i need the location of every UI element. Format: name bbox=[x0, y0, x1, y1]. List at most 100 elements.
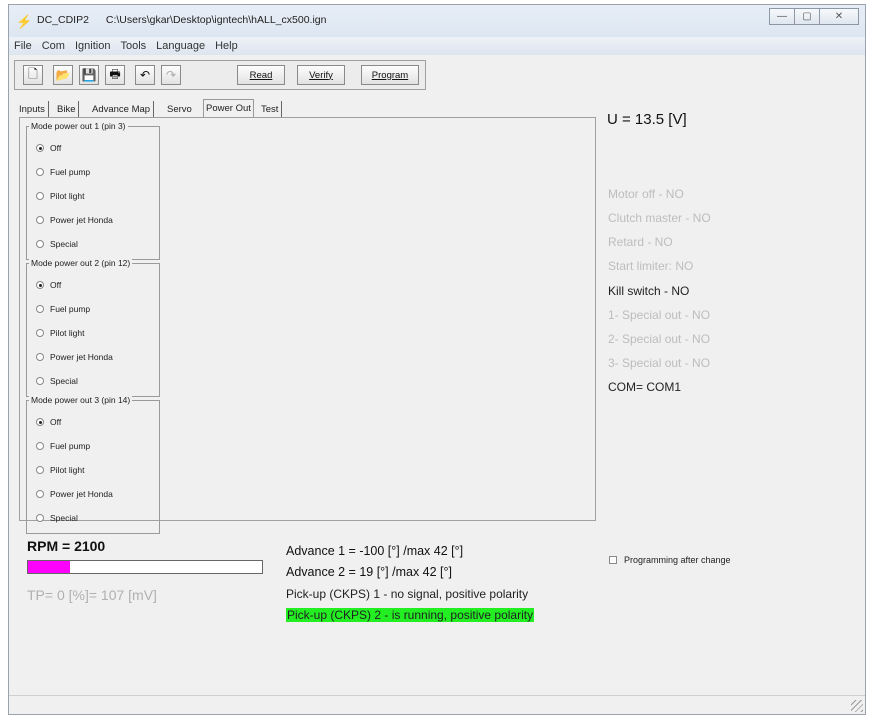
radio-button[interactable] bbox=[36, 168, 44, 176]
group-title: Mode power out 2 (pin 12) bbox=[29, 258, 133, 268]
programming-after-change-checkbox[interactable] bbox=[609, 556, 617, 564]
radio-fuel-pump[interactable]: Fuel pump bbox=[36, 304, 90, 314]
group-title: Mode power out 3 (pin 14) bbox=[29, 395, 133, 405]
minimize-button[interactable]: — bbox=[769, 8, 795, 25]
radio-label: Pilot light bbox=[50, 328, 85, 338]
status-clutch-master: Clutch master - NO bbox=[608, 211, 711, 225]
read-button[interactable]: Read bbox=[237, 65, 285, 85]
radio-label: Off bbox=[50, 280, 62, 290]
menu-file[interactable]: File bbox=[9, 40, 37, 52]
radio-fuel-pump[interactable]: Fuel pump bbox=[36, 441, 90, 451]
programming-after-change-label: Programming after change bbox=[624, 555, 731, 565]
save-button[interactable]: 💾 bbox=[79, 65, 99, 85]
power-out-panel: Mode power out 1 (pin 3) Off Fuel pump P… bbox=[19, 117, 596, 534]
radio-power-jet-honda[interactable]: Power jet Honda bbox=[36, 215, 113, 225]
menu-ignition[interactable]: Ignition bbox=[70, 40, 115, 52]
power-out-2-group: Mode power out 2 (pin 12) Off Fuel pump … bbox=[26, 258, 160, 397]
radio-pilot-light[interactable]: Pilot light bbox=[36, 328, 85, 338]
redo-icon: ↷ bbox=[165, 68, 177, 82]
radio-label: Special bbox=[50, 239, 78, 249]
radio-off[interactable]: Off bbox=[36, 417, 61, 427]
radio-label: Off bbox=[50, 143, 62, 153]
radio-special[interactable]: Special bbox=[36, 376, 78, 386]
radio-button[interactable] bbox=[36, 353, 44, 361]
menu-help[interactable]: Help bbox=[210, 40, 243, 52]
status-motor-off: Motor off - NO bbox=[608, 187, 684, 201]
radio-button[interactable] bbox=[36, 305, 44, 313]
status-bar bbox=[9, 695, 865, 714]
program-button[interactable]: Program bbox=[361, 65, 419, 85]
menu-tools[interactable]: Tools bbox=[115, 40, 151, 52]
radio-label: Fuel pump bbox=[50, 304, 91, 314]
radio-off[interactable]: Off bbox=[36, 280, 61, 290]
tab-advance-map[interactable]: Advance Map bbox=[92, 101, 155, 117]
maximize-button[interactable]: ▢ bbox=[794, 8, 820, 25]
radio-button[interactable] bbox=[36, 377, 44, 385]
radio-button[interactable] bbox=[36, 144, 44, 152]
radio-label: Power jet Honda bbox=[50, 352, 113, 362]
radio-button[interactable] bbox=[36, 281, 44, 289]
window-controls: — ▢ ✕ bbox=[769, 8, 859, 25]
toolbar: 🗋 📂 💾 🖶 ↶ ↷ Read Verify Program bbox=[14, 60, 426, 90]
rpm-bar bbox=[27, 560, 263, 574]
power-out-3-group: Mode power out 3 (pin 14) Off Fuel pump … bbox=[26, 395, 160, 534]
open-folder-icon: 📂 bbox=[55, 68, 71, 82]
tab-servo[interactable]: Servo bbox=[167, 101, 192, 117]
redo-button[interactable]: ↷ bbox=[161, 65, 181, 85]
group-title: Mode power out 1 (pin 3) bbox=[29, 121, 128, 131]
close-button[interactable]: ✕ bbox=[819, 8, 859, 25]
tab-power-out[interactable]: Power Out bbox=[203, 99, 254, 117]
radio-label: Off bbox=[50, 417, 62, 427]
radio-fuel-pump[interactable]: Fuel pump bbox=[36, 167, 90, 177]
menu-language[interactable]: Language bbox=[151, 40, 210, 52]
print-button[interactable]: 🖶 bbox=[105, 65, 125, 85]
radio-power-jet-honda[interactable]: Power jet Honda bbox=[36, 352, 113, 362]
radio-button[interactable] bbox=[36, 240, 44, 248]
tp-readout: TP= 0 [%]= 107 [mV] bbox=[27, 587, 157, 603]
undo-button[interactable]: ↶ bbox=[135, 65, 155, 85]
programming-after-change-option[interactable]: Programming after change bbox=[609, 555, 731, 565]
main-window: ⚡ DC_CDIP2 C:\Users\gkar\Desktop\igntech… bbox=[8, 4, 866, 715]
radio-button[interactable] bbox=[36, 514, 44, 522]
radio-label: Pilot light bbox=[50, 465, 85, 475]
radio-button[interactable] bbox=[36, 466, 44, 474]
radio-pilot-light[interactable]: Pilot light bbox=[36, 191, 85, 201]
tab-bike[interactable]: Bike bbox=[57, 101, 80, 117]
undo-icon: ↶ bbox=[139, 68, 151, 82]
radio-label: Special bbox=[50, 513, 78, 523]
radio-special[interactable]: Special bbox=[36, 239, 78, 249]
radio-button[interactable] bbox=[36, 192, 44, 200]
menu-bar: File Com Ignition Tools Language Help bbox=[9, 37, 865, 55]
save-icon: 💾 bbox=[81, 68, 97, 82]
resize-grip-icon[interactable] bbox=[851, 700, 863, 712]
tab-inputs[interactable]: Inputs bbox=[19, 101, 49, 117]
printer-icon: 🖶 bbox=[109, 66, 121, 81]
radio-button[interactable] bbox=[36, 418, 44, 426]
radio-button[interactable] bbox=[36, 216, 44, 224]
menu-com[interactable]: Com bbox=[37, 40, 70, 52]
radio-label: Fuel pump bbox=[50, 167, 91, 177]
app-name: DC_CDIP2 bbox=[37, 14, 89, 26]
radio-label: Power jet Honda bbox=[50, 489, 113, 499]
radio-special[interactable]: Special bbox=[36, 513, 78, 523]
radio-pilot-light[interactable]: Pilot light bbox=[36, 465, 85, 475]
tab-test[interactable]: Test bbox=[261, 101, 283, 117]
app-icon: ⚡ bbox=[16, 14, 33, 29]
open-file-button[interactable]: 📂 bbox=[53, 65, 73, 85]
radio-power-jet-honda[interactable]: Power jet Honda bbox=[36, 489, 113, 499]
radio-button[interactable] bbox=[36, 442, 44, 450]
radio-label: Fuel pump bbox=[50, 441, 91, 451]
verify-button[interactable]: Verify bbox=[297, 65, 345, 85]
new-file-button[interactable]: 🗋 bbox=[23, 65, 43, 85]
status-kill-switch: Kill switch - NO bbox=[608, 284, 690, 298]
radio-label: Power jet Honda bbox=[50, 215, 113, 225]
radio-off[interactable]: Off bbox=[36, 143, 61, 153]
radio-button[interactable] bbox=[36, 329, 44, 337]
voltage-readout: U = 13.5 [V] bbox=[607, 111, 687, 128]
pickup-2-status: Pick-up (CKPS) 2 - is running, positive … bbox=[286, 608, 535, 622]
title-bar[interactable]: ⚡ DC_CDIP2 C:\Users\gkar\Desktop\igntech… bbox=[9, 5, 865, 37]
radio-button[interactable] bbox=[36, 490, 44, 498]
rpm-readout: RPM = 2100 bbox=[27, 538, 106, 554]
status-special-out-1: 1- Special out - NO bbox=[608, 308, 711, 322]
status-start-limiter: Start limiter: NO bbox=[608, 259, 694, 273]
